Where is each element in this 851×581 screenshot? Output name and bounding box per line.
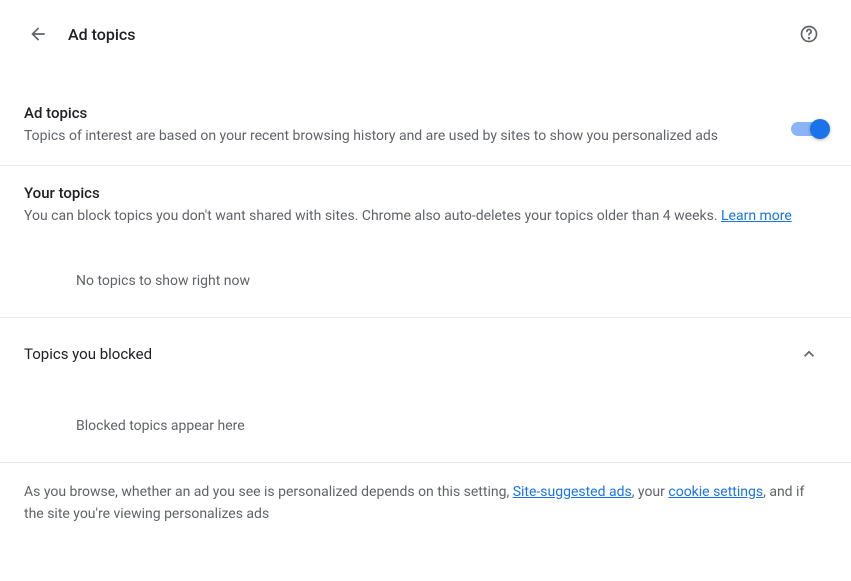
site-suggested-ads-link[interactable]: Site-suggested ads [513,484,632,500]
page-header: Ad topics [0,0,851,68]
your-topics-desc-text: You can block topics you don't want shar… [24,208,721,224]
footer-text-1: As you browse, whether an ad you see is … [24,484,513,500]
back-arrow-icon [28,24,48,44]
ad-topics-toggle[interactable] [791,122,827,136]
cookie-settings-link[interactable]: cookie settings [668,484,763,500]
your-topics-desc: You can block topics you don't want shar… [24,206,827,227]
ad-topics-title: Ad topics [24,104,751,122]
ad-topics-desc: Topics of interest are based on your rec… [24,126,751,147]
blocked-topics-header[interactable]: Topics you blocked [0,318,851,390]
chevron-up-icon [799,344,819,364]
page-title: Ad topics [68,25,135,44]
learn-more-link[interactable]: Learn more [721,208,792,224]
your-topics-empty: No topics to show right now [0,245,851,318]
help-button[interactable] [791,16,827,52]
help-icon [799,24,819,44]
ad-topics-section: Ad topics Topics of interest are based o… [0,68,851,166]
settings-page: Ad topics Ad topics Topics of interest a… [0,0,851,544]
expand-button[interactable] [791,336,827,372]
blocked-topics-empty: Blocked topics appear here [0,390,851,463]
toggle-knob [810,119,830,139]
your-topics-title: Your topics [24,184,827,202]
your-topics-section: Your topics You can block topics you don… [0,166,851,245]
blocked-topics-title: Topics you blocked [24,345,152,363]
footer-text-2: , your [632,484,669,500]
footer-note: As you browse, whether an ad you see is … [0,463,851,544]
back-button[interactable] [20,16,56,52]
